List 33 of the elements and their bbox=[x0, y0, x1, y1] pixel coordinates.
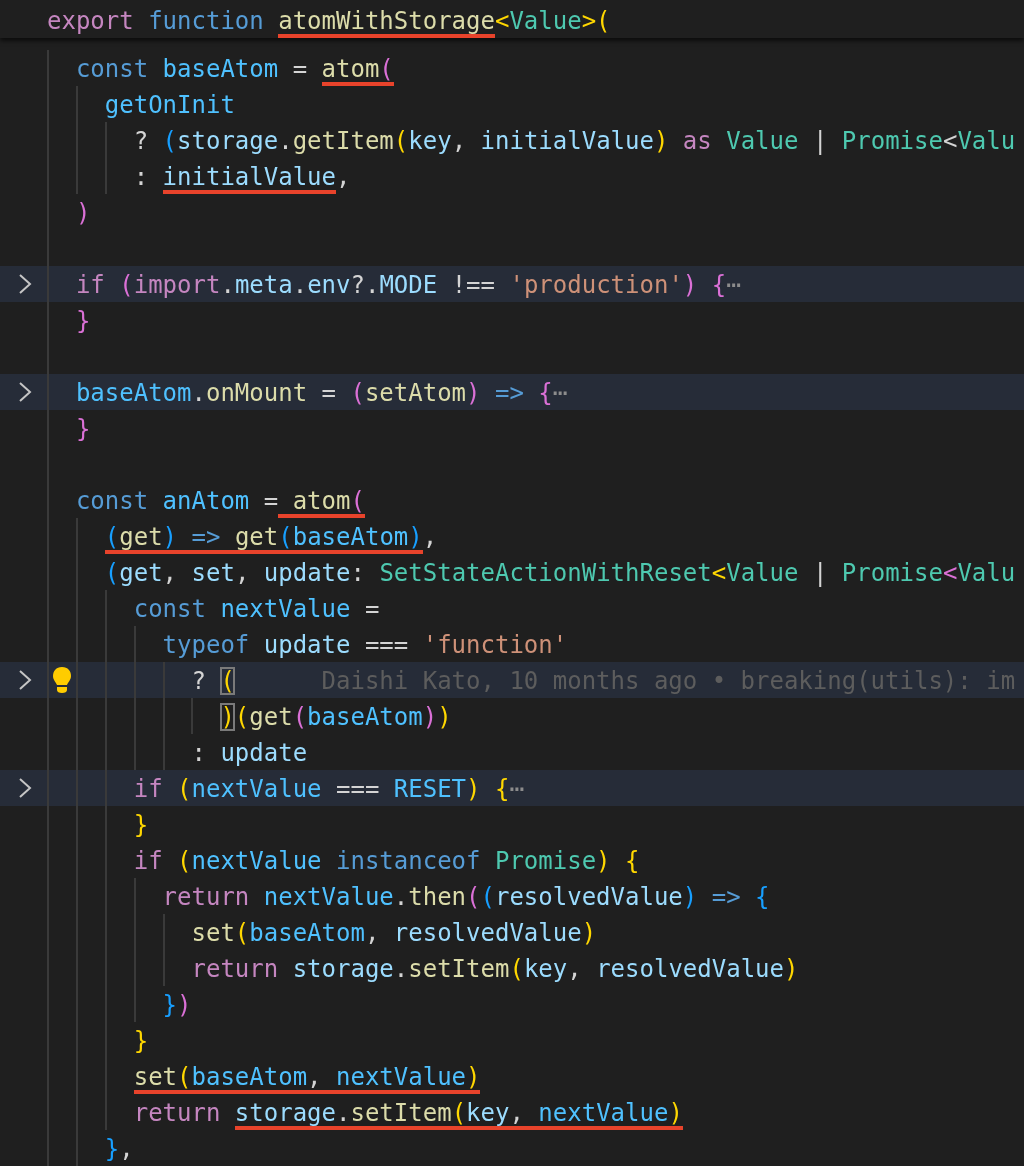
code-line: : initialValue, bbox=[133, 163, 351, 191]
code-line: if (nextValue === RESET) {⋯ bbox=[133, 775, 524, 803]
code-line: }, bbox=[104, 1135, 134, 1163]
chevron-right-icon[interactable] bbox=[18, 669, 32, 691]
code-line: (get) => get(baseAtom), bbox=[104, 523, 438, 551]
chevron-right-icon[interactable] bbox=[18, 273, 32, 295]
code-line: set(baseAtom, nextValue) bbox=[133, 1063, 481, 1091]
code-line: }) bbox=[162, 991, 192, 1019]
code-line: )(get(baseAtom)) bbox=[220, 703, 452, 731]
code-line: (get, set, update: SetStateActionWithReset<Value | Promise<Valu bbox=[104, 559, 1016, 587]
code-line: if (nextValue instanceof Promise) { bbox=[133, 847, 640, 875]
code-line: return storage.setItem(key, nextValue) bbox=[133, 1099, 683, 1127]
code-line: } bbox=[75, 307, 91, 335]
code-line: } bbox=[133, 1027, 149, 1055]
code-line: typeof update === 'function' bbox=[162, 631, 568, 659]
code-line: set(baseAtom, resolvedValue) bbox=[191, 919, 597, 947]
code-line: const baseAtom = atom( bbox=[75, 55, 394, 83]
code-line: export function atomWithStorage<Value>( bbox=[47, 7, 611, 35]
code-line: return storage.setItem(key, resolvedValue) bbox=[191, 955, 799, 983]
code-line: ) bbox=[75, 199, 91, 227]
code-line: getOnInit bbox=[104, 91, 235, 119]
code-line: } bbox=[75, 415, 91, 443]
code-line: ? (storage.getItem(key, initialValue) as Value | Promise<Valu bbox=[133, 127, 1016, 155]
code-line: : update bbox=[191, 739, 308, 767]
chevron-right-icon[interactable] bbox=[18, 381, 32, 403]
code-line: const nextValue = bbox=[133, 595, 380, 623]
code-line: } bbox=[133, 811, 149, 839]
chevron-right-icon[interactable] bbox=[18, 777, 32, 799]
code-line: const anAtom = atom( bbox=[75, 487, 365, 515]
lightbulb-icon[interactable] bbox=[52, 666, 72, 694]
code-line: baseAtom.onMount = (setAtom) => {⋯ bbox=[75, 379, 568, 407]
code-line: return nextValue.then((resolvedValue) => { bbox=[162, 883, 770, 911]
code-line: if (import.meta.env?.MODE !== 'production') {⋯ bbox=[75, 271, 741, 299]
